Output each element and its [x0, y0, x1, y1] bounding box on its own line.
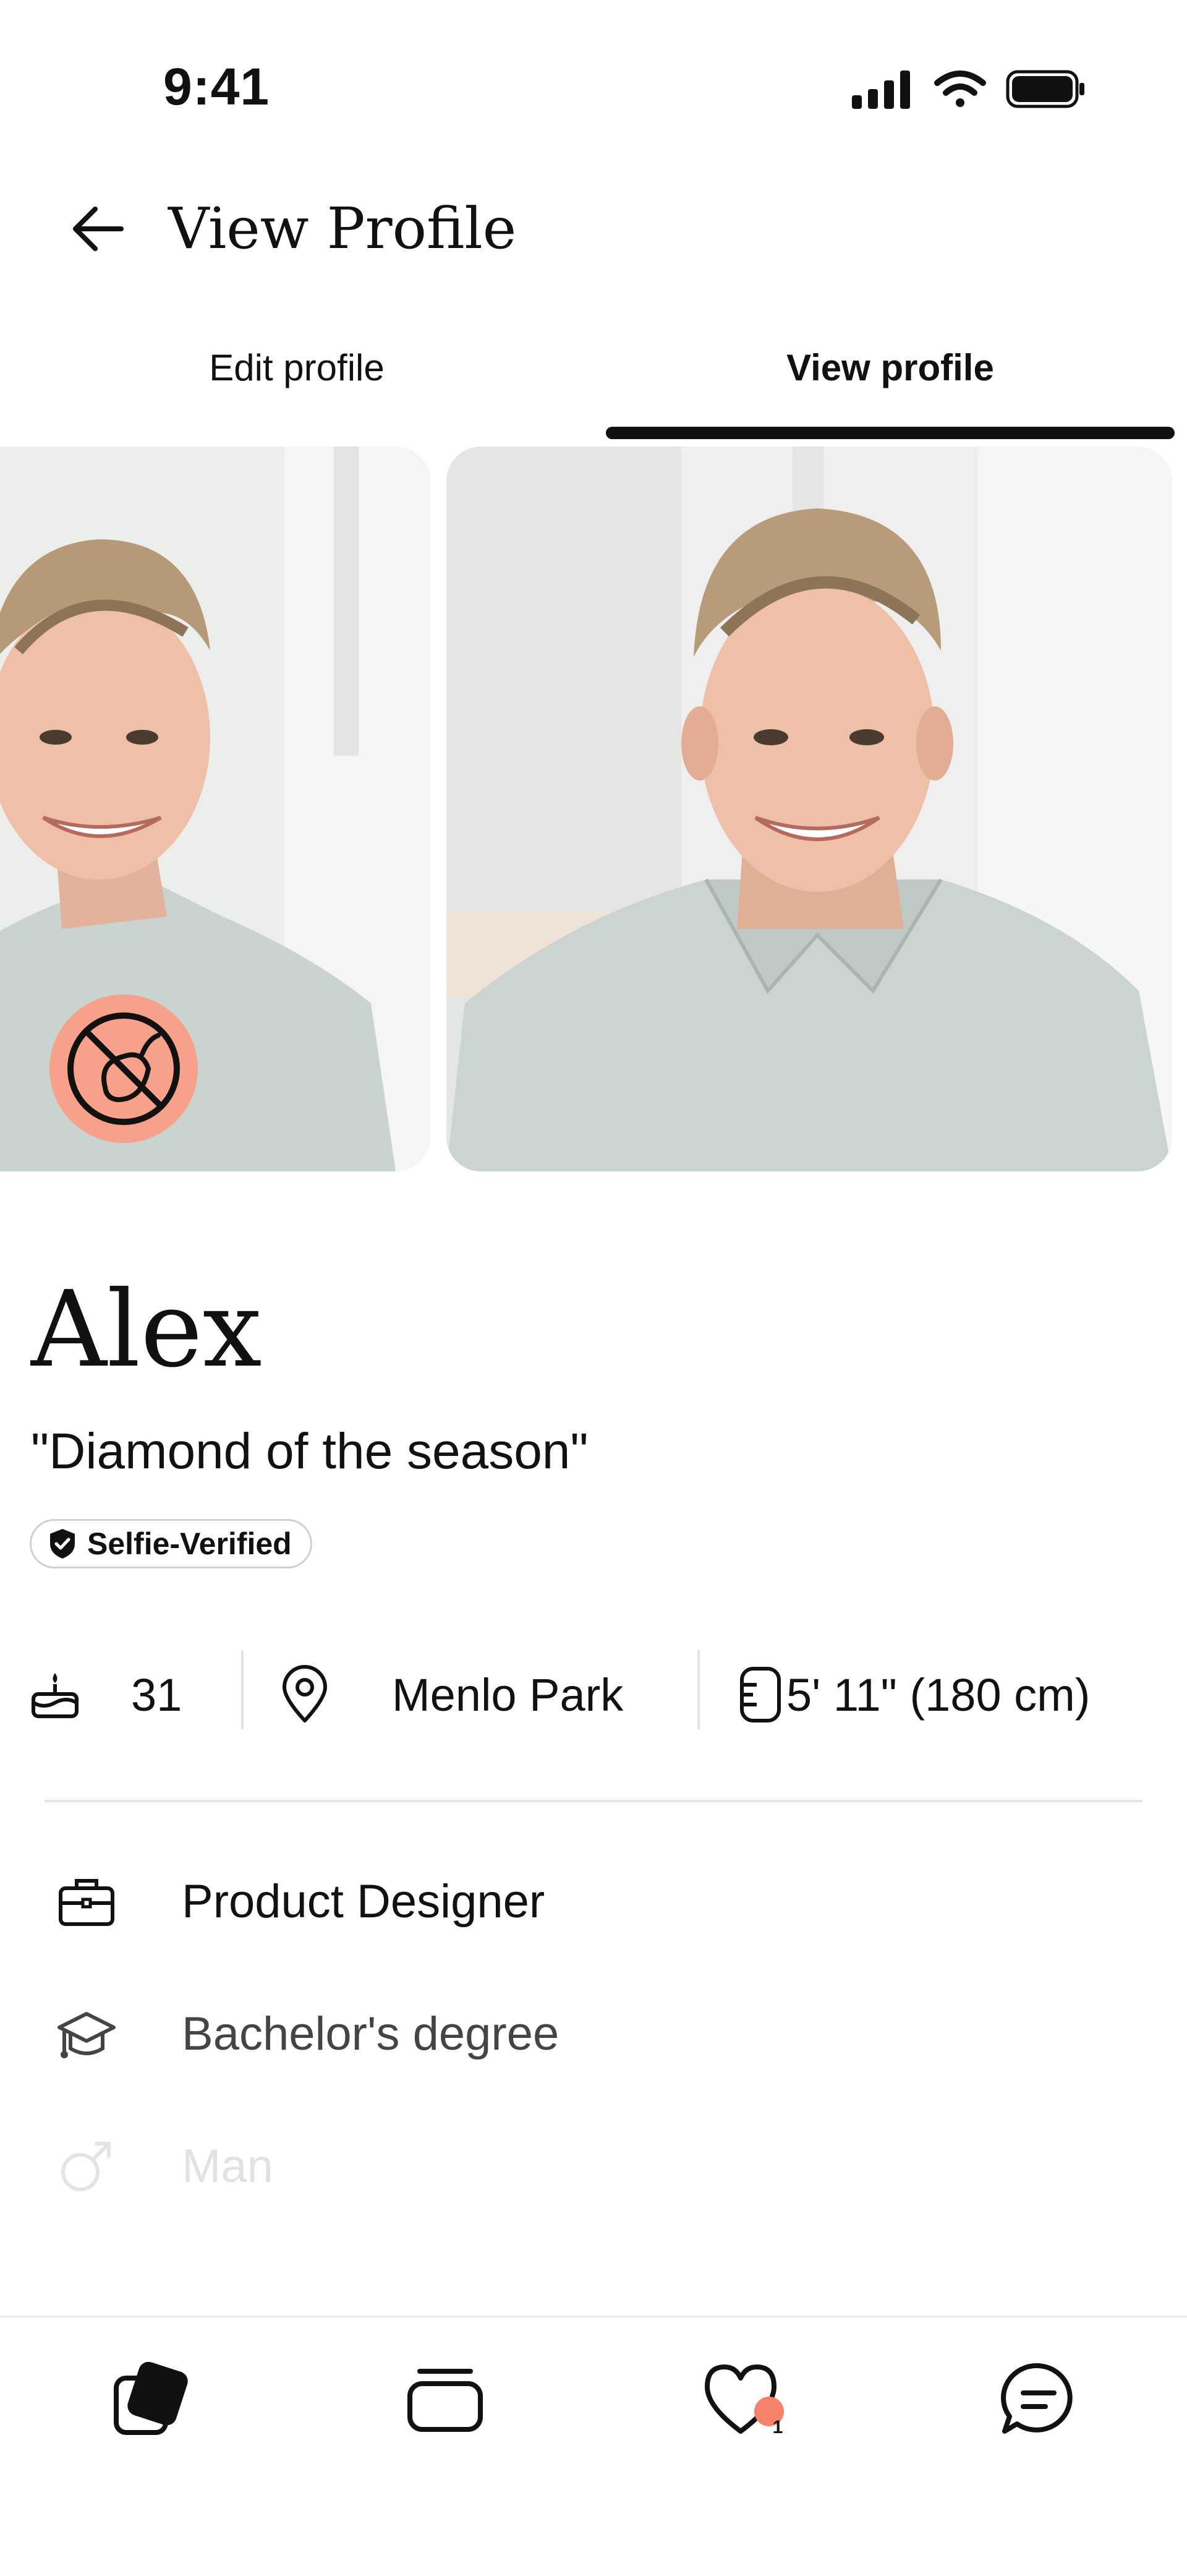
stat-divider	[241, 1650, 244, 1729]
cards-icon	[114, 2361, 188, 2435]
detail-job: Product Designer	[49, 1858, 545, 1945]
tab-edit-profile[interactable]: Edit profile	[0, 346, 594, 389]
status-time: 9:41	[163, 58, 270, 116]
detail-label: Product Designer	[182, 1875, 545, 1928]
tab-view-profile[interactable]: View profile	[594, 346, 1187, 389]
stack-icon	[407, 2369, 483, 2432]
page-title: View Profile	[168, 195, 517, 262]
battery-icon	[1006, 70, 1084, 108]
height-ruler-icon	[740, 1667, 781, 1722]
stat-divider	[697, 1650, 700, 1729]
detail-label: Man	[182, 2139, 273, 2193]
location-value: Menlo Park	[392, 1669, 624, 1721]
male-symbol-icon	[49, 2129, 124, 2203]
signal-icon	[852, 71, 910, 109]
selfie-verified-badge: Selfie-Verified	[30, 1519, 312, 1568]
no-eggplant-icon	[67, 1012, 180, 1125]
back-button[interactable]	[68, 198, 130, 260]
location-stat: Menlo Park	[277, 1658, 623, 1732]
profile-tagline: "Diamond of the season"	[31, 1423, 589, 1479]
food-preference-badge[interactable]	[49, 995, 198, 1143]
verified-label: Selfie-Verified	[87, 1526, 292, 1561]
age-stat: 31	[27, 1658, 182, 1732]
status-icons	[852, 64, 1087, 114]
likes-count-badge: 1	[772, 2417, 783, 2437]
birthday-cake-icon	[32, 1673, 79, 1718]
location-pin-icon	[283, 1665, 327, 1722]
verified-shield-icon	[50, 1529, 75, 1559]
height-stat: 5' 11" (180 cm)	[736, 1658, 1090, 1732]
nav-discover[interactable]	[96, 2350, 195, 2449]
detail-label: Bachelor's degree	[182, 2007, 559, 2060]
detail-education: Bachelor's degree	[49, 1990, 559, 2077]
detail-gender: Man	[49, 2123, 273, 2209]
graduation-cap-icon	[49, 1996, 124, 2071]
nav-likes[interactable]: 1	[695, 2350, 794, 2449]
height-value: 5' 11" (180 cm)	[786, 1669, 1091, 1721]
nav-stack[interactable]	[396, 2350, 495, 2449]
profile-photo-2[interactable]	[446, 447, 1172, 1171]
age-value: 31	[131, 1669, 182, 1721]
section-divider	[45, 1800, 1142, 1802]
active-tab-indicator	[606, 427, 1175, 439]
arrow-left-icon	[73, 207, 124, 251]
briefcase-icon	[49, 1864, 124, 1938]
chat-icon	[1001, 2363, 1073, 2434]
nav-chat[interactable]	[989, 2350, 1088, 2449]
wifi-icon	[934, 71, 986, 107]
profile-name: Alex	[31, 1269, 262, 1391]
